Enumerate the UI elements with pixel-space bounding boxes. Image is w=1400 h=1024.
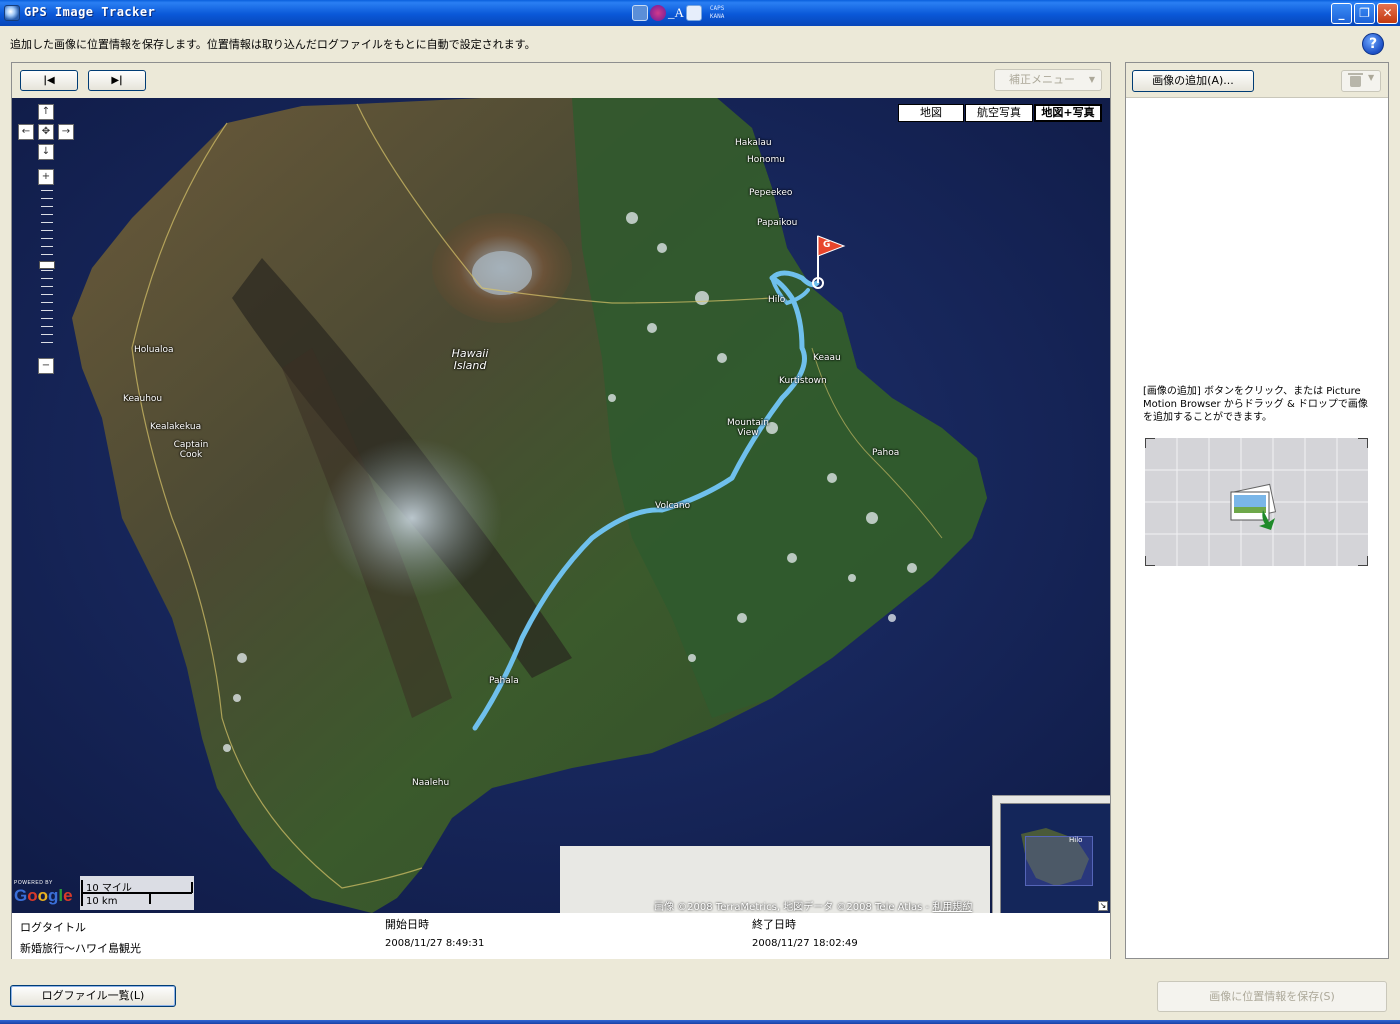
- place-label: Kurtistown: [779, 376, 827, 386]
- place-label: Naalehu: [412, 778, 450, 788]
- pan-center-button[interactable]: ✥: [38, 124, 54, 140]
- ime-pad-icon[interactable]: [685, 5, 702, 21]
- place-label: Holualoa: [134, 345, 174, 355]
- start-time-header: 開始日時: [385, 918, 429, 931]
- place-label: Pepeekeo: [749, 188, 793, 198]
- first-point-button[interactable]: |◀: [20, 70, 78, 91]
- place-label: Honomu: [747, 155, 785, 165]
- delete-image-button[interactable]: ▼: [1341, 70, 1381, 92]
- drop-area-grid: [1145, 438, 1368, 566]
- photo-drop-icon: [1230, 483, 1277, 530]
- chevron-down-icon: ▼: [1088, 75, 1095, 84]
- place-label: Papaikou: [757, 218, 798, 228]
- map-panel: |◀ 補正メニュー ▼ G 地図 航空写真 地図+写真 ↑ ← ✥ → ↓ + …: [11, 62, 1111, 959]
- pan-down-button[interactable]: ↓: [38, 144, 54, 160]
- map-attribution: 画像 ©2008 TerraMetrics, 地図データ ©2008 Tele …: [654, 898, 972, 913]
- taskbar-strip: [0, 1020, 1400, 1024]
- scale-km-label: 10 km: [86, 896, 118, 907]
- log-info-table: ログタイトル 開始日時 終了日時 新婚旅行～ハワイ島観光 2008/11/27 …: [12, 913, 1110, 959]
- scale-miles-label: 10 マイル: [86, 883, 132, 894]
- close-icon: ✕: [1382, 6, 1393, 20]
- minus-icon: −: [41, 360, 51, 371]
- end-time-header: 終了日時: [752, 918, 796, 931]
- place-label: Mountain View: [727, 418, 769, 438]
- add-image-button[interactable]: 画像の追加(A)...: [1132, 70, 1254, 92]
- arrow-left-icon: ←: [21, 126, 31, 137]
- help-icon: ?: [1368, 36, 1378, 52]
- pan-up-button[interactable]: ↑: [38, 104, 54, 120]
- overview-map-image: Hilo: [1000, 803, 1110, 913]
- zoom-out-button[interactable]: −: [38, 358, 54, 374]
- zoom-slider-track[interactable]: [41, 190, 53, 350]
- help-button[interactable]: ?: [1362, 33, 1384, 55]
- pan-left-button[interactable]: ←: [18, 124, 34, 140]
- restore-button[interactable]: ❐: [1354, 3, 1375, 24]
- place-label: Keaau: [813, 353, 841, 363]
- log-title-header: ログタイトル: [20, 921, 86, 934]
- zoom-slider-handle[interactable]: [39, 261, 55, 269]
- place-label: Kealakekua: [150, 422, 202, 432]
- overview-viewport[interactable]: [1025, 836, 1093, 886]
- attribution-text: 画像 ©2008 TerraMetrics, 地図データ ©2008 Tele …: [654, 902, 933, 913]
- move-icon: ✥: [41, 126, 51, 137]
- ime-mode-icon[interactable]: _A: [668, 5, 684, 21]
- zoom-in-button[interactable]: +: [38, 169, 54, 185]
- app-globe-icon: [4, 5, 20, 21]
- place-label: Pahoa: [872, 448, 900, 458]
- image-drop-area[interactable]: [1145, 438, 1368, 566]
- arrow-right-icon: →: [61, 126, 71, 137]
- keyboard-icon[interactable]: [632, 5, 648, 21]
- place-label: Pahala: [489, 676, 519, 686]
- google-logo[interactable]: POWERED BY Google: [14, 880, 73, 906]
- window-title: GPS Image Tracker: [24, 5, 156, 19]
- restore-icon: ❐: [1359, 6, 1370, 20]
- terms-link[interactable]: 利用規約: [932, 902, 972, 913]
- title-bar: GPS Image Tracker _A CAPS KANA _ ❐ ✕: [0, 0, 1400, 26]
- minimize-icon: _: [1338, 6, 1345, 20]
- caps-kana-indicator: CAPS KANA: [709, 5, 725, 20]
- trash-icon: [1348, 73, 1363, 87]
- place-label: Volcano: [655, 501, 691, 511]
- page-description: 追加した画像に位置情報を保存します。位置情報は取り込んだログファイルをもとに自動…: [10, 38, 536, 51]
- maptype-hybrid-button[interactable]: 地図+写真: [1034, 104, 1102, 122]
- place-label: Captain Cook: [173, 440, 209, 460]
- island-label: Hawaii Island: [451, 347, 489, 372]
- place-label: Hakalau: [735, 138, 772, 148]
- minimize-button[interactable]: _: [1331, 3, 1352, 24]
- overview-map[interactable]: Hilo ↘: [992, 795, 1110, 913]
- goal-marker-label: G: [823, 240, 831, 250]
- resize-icon[interactable]: ↘: [1098, 901, 1108, 911]
- arrow-up-icon: ↑: [41, 106, 51, 117]
- maptype-map-button[interactable]: 地図: [898, 104, 964, 122]
- satellite-imagery: [12, 98, 1110, 913]
- map-view[interactable]: G 地図 航空写真 地図+写真 ↑ ← ✥ → ↓ + − Hakalau Ho…: [12, 98, 1110, 913]
- correction-menu-dropdown[interactable]: 補正メニュー ▼: [994, 69, 1102, 91]
- correction-menu-label: 補正メニュー: [1009, 73, 1075, 86]
- place-label: Hilo: [768, 295, 786, 305]
- pan-right-button[interactable]: →: [58, 124, 74, 140]
- save-location-button[interactable]: 画像に位置情報を保存(S): [1157, 981, 1387, 1012]
- log-title-value: 新婚旅行～ハワイ島観光: [20, 942, 141, 955]
- plus-icon: +: [41, 171, 51, 182]
- overview-place-label: Hilo: [1069, 836, 1083, 844]
- ime-toolbar: _A CAPS KANA: [632, 3, 740, 23]
- start-time-value: 2008/11/27 8:49:31: [385, 938, 485, 949]
- ime-globe-icon[interactable]: [650, 5, 666, 21]
- arrow-down-icon: ↓: [41, 146, 51, 157]
- image-list-panel: 画像の追加(A)... ▼ [画像の追加] ボタンをクリック、または Pictu…: [1125, 62, 1389, 959]
- chevron-down-icon: ▼: [1368, 73, 1375, 82]
- map-scale: 10 マイル 10 km: [80, 876, 194, 910]
- log-file-list-button[interactable]: ログファイル一覧(L): [10, 985, 176, 1007]
- close-button[interactable]: ✕: [1377, 3, 1398, 24]
- maptype-satellite-button[interactable]: 航空写真: [965, 104, 1033, 122]
- image-toolbar: 画像の追加(A)... ▼: [1126, 63, 1388, 98]
- end-time-value: 2008/11/27 18:02:49: [752, 938, 858, 949]
- place-label: Keauhou: [123, 394, 163, 404]
- add-image-hint: [画像の追加] ボタンをクリック、または Picture Motion Brow…: [1143, 386, 1368, 423]
- next-point-button[interactable]: ▶|: [88, 70, 146, 91]
